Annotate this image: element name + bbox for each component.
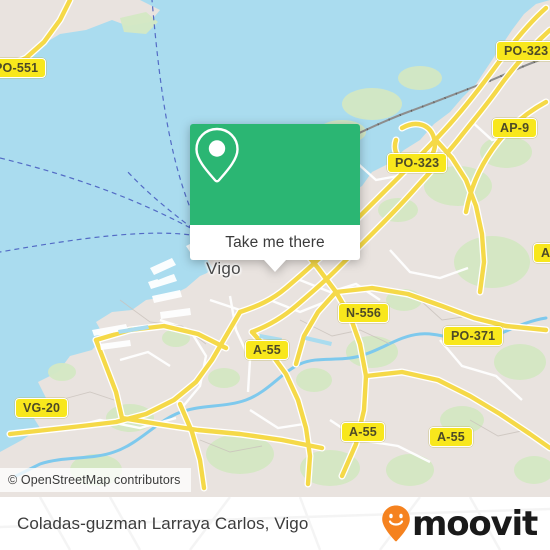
moovit-smiley-pin-icon [382,505,410,541]
road-shield: A-55 [245,340,289,360]
place-title: Coladas-guzman Larraya Carlos, Vigo [17,513,309,533]
map-screenshot: Vigo PO-551 PO-323 AP-9 PO-323 AP-9 N-55… [0,0,550,550]
road-shield: AP-9 [533,243,550,263]
map-canvas[interactable]: Vigo PO-551 PO-323 AP-9 PO-323 AP-9 N-55… [0,0,550,497]
moovit-logo[interactable]: moovit [381,503,538,544]
take-me-there-label: Take me there [225,233,325,251]
road-shield: AP-9 [492,118,538,138]
road-shield: N-556 [338,303,390,323]
osm-attribution[interactable]: © OpenStreetMap contributors [0,468,191,492]
road-shield: PO-551 [0,58,47,78]
road-shield: A-55 [429,427,473,447]
road-shield: VG-20 [15,398,69,418]
footer-bar: Coladas-guzman Larraya Carlos, Vigo moov… [0,497,550,550]
destination-popup-card[interactable]: Take me there [190,124,360,272]
road-shield: PO-323 [496,41,550,61]
take-me-there-button[interactable]: Take me there [190,225,360,260]
location-pin-icon [195,127,239,183]
road-shield: A-55 [341,422,385,442]
popup-pin-area [190,124,360,225]
road-shield: PO-323 [387,153,448,173]
road-shield: PO-371 [443,326,504,346]
popup-tail [264,260,286,272]
moovit-wordmark: moovit [411,503,538,544]
